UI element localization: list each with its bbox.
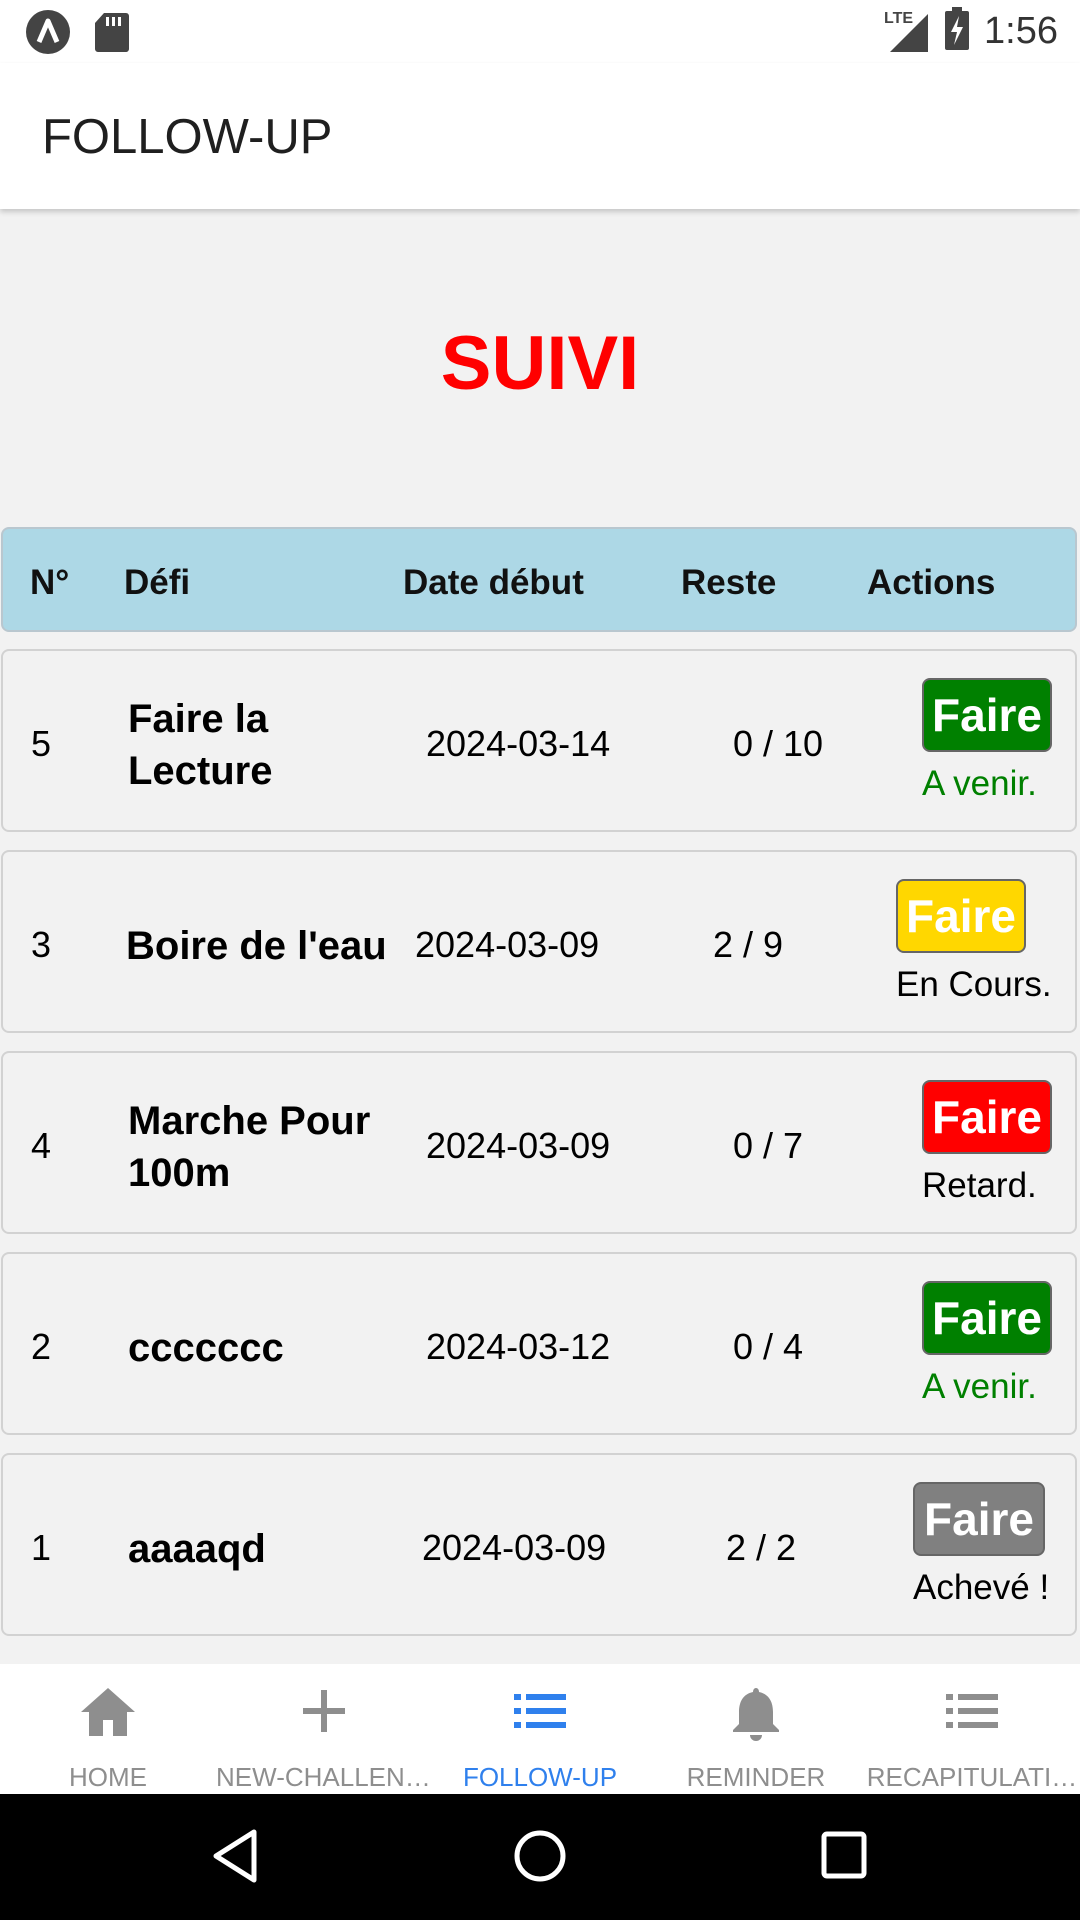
nav-label: NEW-CHALLENGE [216, 1762, 432, 1792]
start-date: 2024-03-09 [415, 924, 600, 965]
challenge-name: ccccccc [128, 1322, 284, 1374]
recents-icon[interactable] [820, 1830, 868, 1885]
signal-icon: LTE [882, 8, 930, 54]
column-header-reste: Reste [681, 563, 777, 602]
remaining-count: 0 / 4 [733, 1326, 804, 1367]
app-a-icon [24, 8, 72, 61]
home-circle-icon[interactable] [512, 1828, 568, 1889]
faire-button[interactable]: Faire [922, 678, 1052, 752]
challenge-name-line: Lecture [128, 749, 273, 793]
column-header-actions: Actions [867, 563, 996, 602]
status-label: Retard. [922, 1166, 1037, 1205]
column-header-date: Date début [403, 563, 584, 602]
challenge-name: Faire la Lecture [128, 693, 273, 797]
row-number: 2 [31, 1326, 52, 1367]
list-icon [512, 1684, 568, 1743]
app-bar: FOLLOW-UP [0, 63, 1080, 209]
table-row: 1 aaaaqd 2024-03-09 2 / 2 Faire Achevé ! [1, 1453, 1077, 1636]
challenge-name-line: aaaaqd [128, 1527, 266, 1571]
nav-item-follow-up[interactable]: FOLLOW-UP [432, 1664, 648, 1794]
challenge-name-line: Marche Pour [128, 1099, 371, 1143]
list-alt-icon [944, 1684, 1000, 1743]
status-label: En Cours. [896, 965, 1052, 1004]
home-icon [79, 1684, 137, 1743]
challenge-name-line: Boire de l'eau [126, 924, 387, 968]
table-row: 2 ccccccc 2024-03-12 0 / 4 Faire A venir… [1, 1252, 1077, 1435]
challenge-name: Boire de l'eau [126, 920, 387, 972]
page-title: SUIVI [440, 321, 640, 406]
faire-button[interactable]: Faire [922, 1281, 1052, 1355]
challenge-name-line: 100m [128, 1151, 231, 1195]
system-navigation-bar [0, 1794, 1080, 1920]
nav-item-reminder[interactable]: REMINDER [648, 1664, 864, 1794]
battery-charging-icon [944, 6, 970, 56]
challenge-name-line: Faire la [128, 697, 269, 741]
nav-item-recapitulation[interactable]: RECAPITULATI… [864, 1664, 1080, 1794]
back-icon[interactable] [210, 1828, 260, 1889]
clock: 1:56 [984, 9, 1058, 52]
challenge-name: Marche Pour 100m [128, 1095, 370, 1199]
plus-icon [297, 1684, 351, 1743]
row-number: 3 [31, 924, 52, 965]
start-date: 2024-03-14 [426, 723, 611, 764]
remaining-count: 0 / 7 [733, 1125, 804, 1166]
column-header-defi: Défi [124, 563, 191, 602]
remaining-count: 0 / 10 [733, 723, 824, 764]
challenge-name: aaaaqd [128, 1523, 266, 1575]
bell-icon [729, 1684, 783, 1747]
status-label: A venir. [922, 764, 1037, 803]
nav-label: REMINDER [686, 1762, 826, 1792]
sd-card-icon [94, 11, 130, 58]
table-row: 4 Marche Pour 100m 2024-03-09 0 / 7 Fair… [1, 1051, 1077, 1234]
faire-button[interactable]: Faire [896, 879, 1026, 953]
status-label: Achevé ! [913, 1568, 1050, 1607]
row-number: 4 [31, 1125, 52, 1166]
row-number: 5 [31, 723, 52, 764]
nav-item-home[interactable]: HOME [0, 1664, 216, 1794]
app-bar-title: FOLLOW-UP [42, 110, 333, 164]
challenge-name-line: ccccccc [128, 1326, 284, 1370]
faire-button[interactable]: Faire [913, 1482, 1045, 1556]
table-row: 3 Boire de l'eau 2024-03-09 2 / 9 Faire … [1, 850, 1077, 1033]
table-row: 5 Faire la Lecture 2024-03-14 0 / 10 Fai… [1, 649, 1077, 832]
remaining-count: 2 / 2 [726, 1527, 797, 1568]
column-header-num: N° [30, 563, 70, 602]
start-date: 2024-03-09 [422, 1527, 607, 1568]
bottom-navigation: HOME NEW-CHALLENGE FOLLOW-UP REMINDER RE… [0, 1664, 1080, 1794]
start-date: 2024-03-09 [426, 1125, 611, 1166]
nav-label: FOLLOW-UP [462, 1762, 618, 1792]
start-date: 2024-03-12 [426, 1326, 611, 1367]
nav-label: RECAPITULATI… [866, 1762, 1078, 1792]
table-header: N° Défi Date début Reste Actions [1, 527, 1077, 632]
status-label: A venir. [922, 1367, 1037, 1406]
nav-item-new-challenge[interactable]: NEW-CHALLENGE [216, 1664, 432, 1794]
remaining-count: 2 / 9 [713, 924, 784, 965]
status-bar: LTE 1:56 [0, 0, 1080, 63]
faire-button[interactable]: Faire [922, 1080, 1052, 1154]
nav-label: HOME [69, 1762, 147, 1792]
row-number: 1 [31, 1527, 52, 1568]
